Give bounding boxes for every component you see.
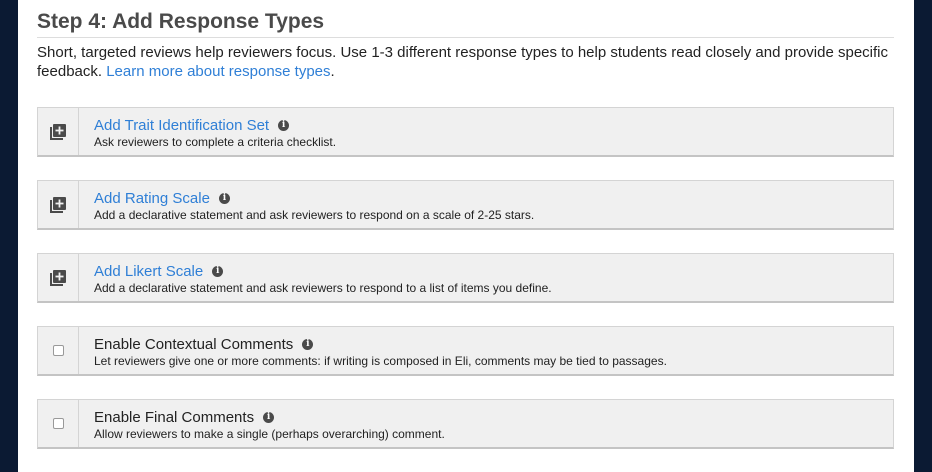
card-body: Add Rating Scale i Add a declarative sta… bbox=[94, 189, 534, 222]
card-body: Add Likert Scale i Add a declarative sta… bbox=[94, 262, 552, 295]
info-icon[interactable]: i bbox=[263, 412, 275, 423]
card-body: Enable Final Comments i Allow reviewers … bbox=[94, 408, 445, 441]
card-control-area[interactable] bbox=[38, 327, 79, 374]
enable-contextual-comments-label: Enable Contextual Comments bbox=[94, 336, 294, 353]
response-type-rating-scale: Add Rating Scale i Add a declarative sta… bbox=[37, 180, 894, 230]
response-types-panel: Step 4: Add Response Types Short, target… bbox=[18, 0, 914, 472]
card-description: Add a declarative statement and ask revi… bbox=[94, 281, 552, 295]
response-type-final-comments: Enable Final Comments i Allow reviewers … bbox=[37, 399, 894, 449]
intro-text: Short, targeted reviews help reviewers f… bbox=[37, 43, 897, 81]
enable-contextual-comments-checkbox[interactable] bbox=[52, 345, 64, 356]
add-trait-identification-set-link[interactable]: Add Trait Identification Set bbox=[94, 117, 269, 134]
response-type-trait-identification: Add Trait Identification Set i Ask revie… bbox=[37, 107, 894, 157]
add-stack-icon[interactable] bbox=[50, 123, 66, 140]
card-description: Allow reviewers to make a single (perhap… bbox=[94, 427, 445, 441]
card-body: Add Trait Identification Set i Ask revie… bbox=[94, 116, 336, 149]
card-control-area[interactable] bbox=[38, 400, 79, 447]
card-description: Ask reviewers to complete a criteria che… bbox=[94, 135, 337, 149]
info-icon[interactable]: i bbox=[278, 120, 290, 131]
info-icon[interactable]: i bbox=[302, 339, 314, 350]
card-description: Let reviewers give one or more comments:… bbox=[94, 354, 667, 368]
step-heading: Step 4: Add Response Types bbox=[37, 10, 325, 33]
card-description: Add a declarative statement and ask revi… bbox=[94, 208, 535, 222]
heading-divider bbox=[37, 37, 894, 38]
card-control-area[interactable] bbox=[38, 254, 79, 301]
add-likert-scale-link[interactable]: Add Likert Scale bbox=[94, 263, 203, 280]
card-control-area[interactable] bbox=[38, 108, 79, 155]
enable-final-comments-checkbox[interactable] bbox=[52, 418, 64, 429]
add-stack-icon[interactable] bbox=[50, 269, 66, 286]
add-rating-scale-link[interactable]: Add Rating Scale bbox=[94, 190, 210, 207]
info-icon[interactable]: i bbox=[212, 266, 224, 277]
intro-period: . bbox=[330, 63, 335, 80]
card-control-area[interactable] bbox=[38, 181, 79, 228]
add-stack-icon[interactable] bbox=[50, 196, 66, 213]
response-type-contextual-comments: Enable Contextual Comments i Let reviewe… bbox=[37, 326, 894, 376]
info-icon[interactable]: i bbox=[218, 193, 230, 204]
learn-more-link[interactable]: Learn more about response types bbox=[106, 63, 330, 80]
response-type-likert-scale: Add Likert Scale i Add a declarative sta… bbox=[37, 253, 894, 303]
enable-final-comments-label: Enable Final Comments bbox=[94, 409, 255, 426]
card-body: Enable Contextual Comments i Let reviewe… bbox=[94, 335, 667, 368]
